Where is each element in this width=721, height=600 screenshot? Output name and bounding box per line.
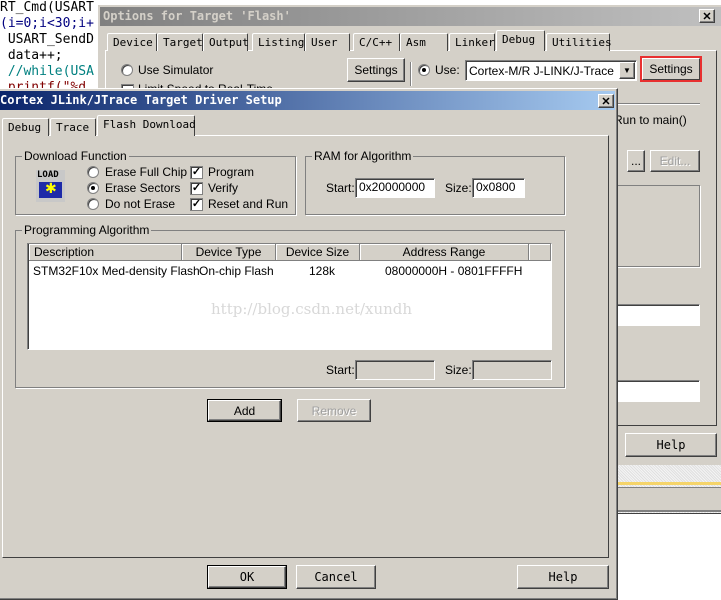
column-header-description[interactable]: Description <box>29 244 182 261</box>
run-to-main-label: Run to main() <box>614 113 687 127</box>
algo-start-input[interactable] <box>355 360 435 380</box>
chevron-down-icon[interactable]: ▼ <box>619 62 635 79</box>
separator <box>410 62 412 86</box>
ram-start-input[interactable]: 0x20000000 <box>355 178 435 198</box>
checkbox-program[interactable]: ✓ <box>190 166 203 179</box>
load-icon-text: LOAD <box>37 170 59 180</box>
cell-device-size: 128k <box>309 264 336 278</box>
programming-algorithm-label: Programming Algorithm <box>22 223 152 237</box>
ram-size-input[interactable]: 0x0800 <box>472 178 525 198</box>
tab-output[interactable]: Output <box>203 33 249 51</box>
simulator-settings-button[interactable]: Settings <box>347 58 405 82</box>
tab-user[interactable]: User <box>305 33 350 51</box>
separator <box>612 103 700 105</box>
cancel-button[interactable]: Cancel <box>296 565 376 589</box>
tab-linker[interactable]: Linker <box>449 33 495 51</box>
checkbox-reset-and-run[interactable]: ✓ <box>190 198 203 211</box>
tab-flash-download[interactable]: Flash Download <box>97 115 196 136</box>
erase-option-label: Erase Sectors <box>105 181 181 195</box>
column-header-address-range[interactable]: Address Range <box>360 244 529 261</box>
erase-radio-erase-full-chip[interactable] <box>87 166 99 178</box>
inner-close-button[interactable]: ✕ <box>598 94 614 108</box>
algorithm-table[interactable]: Description Device Type Device Size Addr… <box>27 243 552 350</box>
code-line: //while(USA <box>0 64 94 79</box>
outer-help-button[interactable]: Help <box>625 433 717 457</box>
remove-button[interactable]: Remove <box>297 399 371 422</box>
ram-size-label: Size: <box>445 181 472 195</box>
algo-size-input[interactable] <box>472 360 552 380</box>
tab-trace[interactable]: Trace <box>50 118 96 136</box>
ram-label: RAM for Algorithm <box>312 149 414 163</box>
cell-device-type: On-chip Flash <box>199 264 274 278</box>
erase-option-label: Do not Erase <box>105 197 176 211</box>
use-simulator-label: Use Simulator <box>138 63 214 77</box>
background-toolbar <box>617 465 721 513</box>
column-header-filler <box>529 244 551 261</box>
driver-settings-button[interactable]: Settings <box>642 58 700 80</box>
download-function-label: Download Function <box>22 149 129 163</box>
outer-input-2[interactable] <box>612 380 700 402</box>
ok-button[interactable]: OK <box>207 565 287 589</box>
use-driver-radio[interactable] <box>418 64 430 76</box>
outer-group-box <box>612 185 700 267</box>
column-header-device-type[interactable]: Device Type <box>182 244 276 261</box>
edit-button[interactable]: Edit... <box>650 150 700 172</box>
erase-option-label: Erase Full Chip <box>105 165 188 179</box>
tab-cc[interactable]: C/C++ <box>353 33 400 51</box>
tab-listing[interactable]: Listing <box>252 33 305 51</box>
erase-radio-erase-sectors[interactable] <box>87 182 99 194</box>
algo-size-label: Size: <box>445 363 472 377</box>
ram-start-label: Start: <box>326 181 355 195</box>
tab-target[interactable]: Target <box>157 33 203 51</box>
cell-description: STM32F10x Med-density Flash <box>33 264 200 278</box>
inner-title-bar: Cortex JLink/JTrace Target Driver Setup <box>0 91 615 110</box>
tab-debug[interactable]: Debug <box>2 118 49 136</box>
driver-value: Cortex-M/R J-LINK/J-Trace <box>469 64 614 78</box>
checkbox-label: Program <box>208 165 255 179</box>
checkbox-verify[interactable]: ✓ <box>190 182 203 195</box>
column-header-device-size[interactable]: Device Size <box>276 244 360 261</box>
tab-asm[interactable]: Asm <box>400 33 448 51</box>
code-line: USART_SendD <box>0 32 94 47</box>
outer-title-bar: Options for Target 'Flash' <box>100 7 721 26</box>
help-button[interactable]: Help <box>517 565 609 589</box>
table-row[interactable]: STM32F10x Med-density Flash On-chip Flas… <box>28 264 551 280</box>
cell-address-range: 08000000H - 0801FFFFH <box>385 264 523 278</box>
add-button[interactable]: Add <box>207 399 282 422</box>
erase-radio-do-not-erase[interactable] <box>87 198 99 210</box>
driver-select[interactable]: Cortex-M/R J-LINK/J-Trace ▼ <box>465 60 637 81</box>
code-line: (i=0;i<30;i+ <box>0 16 94 31</box>
tab-utilities[interactable]: Utilities <box>546 33 612 51</box>
code-line: RT_Cmd(USART <box>0 0 94 15</box>
checkbox-label: Verify <box>208 181 239 195</box>
tab-debug[interactable]: Debug <box>496 30 545 51</box>
outer-input-1[interactable] <box>612 304 700 326</box>
use-simulator-radio[interactable] <box>121 64 133 76</box>
code-editor[interactable]: RT_Cmd(USART (i=0;i<30;i+ USART_SendD da… <box>0 0 100 100</box>
code-line: data++; <box>0 48 63 63</box>
tab-device[interactable]: Device <box>107 33 157 51</box>
checkbox-label: Reset and Run <box>208 197 289 211</box>
load-icon: LOAD ✱ <box>36 170 65 202</box>
algo-start-label: Start: <box>326 363 355 377</box>
use-label: Use: <box>435 63 460 77</box>
outer-close-button[interactable]: ✕ <box>699 9 715 23</box>
ellipsis-button[interactable]: ... <box>627 150 645 172</box>
watermark: http://blog.csdn.net/xundh <box>211 300 413 318</box>
